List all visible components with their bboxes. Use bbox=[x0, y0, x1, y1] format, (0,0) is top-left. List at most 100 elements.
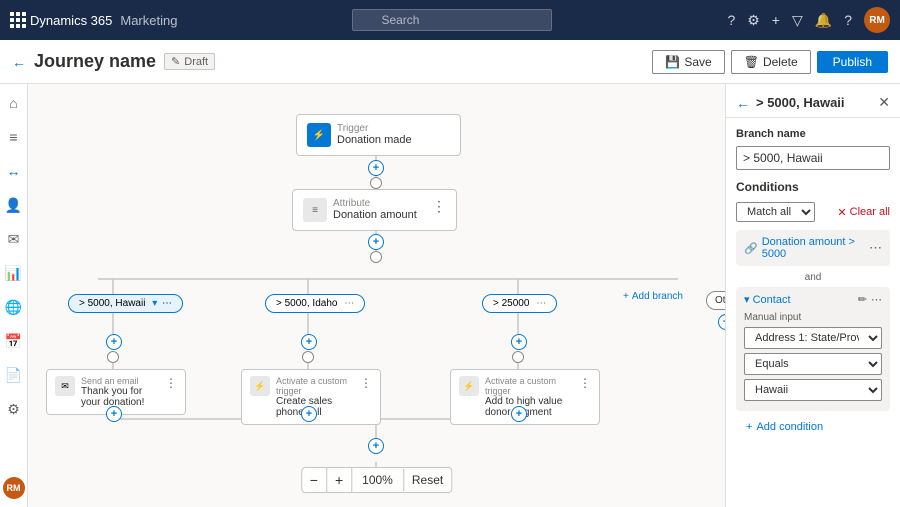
rp-branch-name-input[interactable] bbox=[736, 146, 890, 170]
rp-cond-1-more[interactable]: ⋯ bbox=[869, 240, 882, 256]
rp-and-text: and bbox=[736, 272, 890, 283]
plus-after-a2[interactable]: + bbox=[301, 406, 317, 422]
zoom-controls: − + 100% Reset bbox=[301, 467, 452, 493]
plus-after-trigger[interactable]: + bbox=[368, 160, 384, 176]
sidebar-docs-icon[interactable]: 📄 bbox=[3, 364, 25, 386]
sidebar-globe-icon[interactable]: 🌐 bbox=[3, 296, 25, 318]
toolbar-right: 💾 Save 🗑 Delete Publish bbox=[652, 50, 888, 74]
add-cond-plus-icon: + bbox=[746, 421, 752, 433]
back-button[interactable]: ← bbox=[12, 54, 26, 70]
rp-hawaii-select[interactable]: Hawaii bbox=[744, 379, 882, 401]
rp-cond-1-label: Donation amount > 5000 bbox=[762, 236, 869, 260]
plus-b1[interactable]: + bbox=[106, 334, 122, 350]
branch-hawaii[interactable]: > 5000, Hawaii ▾ ⋯ bbox=[68, 294, 183, 313]
delete-button[interactable]: 🗑 Delete bbox=[731, 50, 811, 74]
rp-clear-all-button[interactable]: ✕ Clear all bbox=[837, 206, 890, 219]
rp-branch-name-label: Branch name bbox=[736, 128, 890, 140]
trigger2-more-icon[interactable]: ⋮ bbox=[579, 376, 591, 390]
branch-25000[interactable]: > 25000 ⋯ bbox=[482, 294, 557, 313]
draft-badge: ✎ Draft bbox=[164, 53, 215, 70]
branch-hawaii-caret[interactable]: ▾ bbox=[152, 298, 157, 309]
attr-title: Donation amount bbox=[333, 209, 426, 221]
rp-select-row-2: Equals bbox=[744, 353, 882, 375]
add-branch-button[interactable]: + Add branch bbox=[623, 291, 683, 302]
avatar[interactable]: RM bbox=[864, 7, 890, 33]
other-branch[interactable]: Other bbox=[706, 291, 725, 310]
sidebar-calendar-icon[interactable]: 📅 bbox=[3, 330, 25, 352]
sidebar-settings2-icon[interactable]: ⚙ bbox=[3, 398, 25, 420]
app-module: Marketing bbox=[120, 13, 177, 28]
bell-icon[interactable]: 🔔 bbox=[815, 12, 832, 29]
attr-meta: Attribute Donation amount bbox=[333, 198, 426, 221]
rp-conditions-title: Conditions bbox=[736, 180, 890, 194]
plus-other[interactable]: + bbox=[718, 314, 725, 330]
clear-icon: ✕ bbox=[837, 206, 846, 219]
save-button[interactable]: 💾 Save bbox=[652, 50, 724, 74]
app-name: Dynamics 365 bbox=[30, 13, 112, 28]
branch-idaho-more[interactable]: ⋯ bbox=[344, 298, 354, 309]
plus-icon[interactable]: + bbox=[772, 12, 780, 28]
plus-b2[interactable]: + bbox=[301, 334, 317, 350]
trigger-node[interactable]: ⚡ Trigger Donation made bbox=[296, 114, 461, 156]
link-icon: 🔗 bbox=[744, 242, 758, 255]
sidebar-home-icon[interactable]: ⌂ bbox=[3, 92, 25, 114]
journey-canvas: ⚡ Trigger Donation made + ≡ Attribute Do… bbox=[28, 84, 725, 507]
circle-b1 bbox=[107, 351, 119, 363]
rp-condition-1: 🔗 Donation amount > 5000 ⋯ bbox=[736, 230, 890, 266]
sidebar-avatar[interactable]: RM bbox=[3, 477, 25, 499]
rp-cond-1-link[interactable]: 🔗 Donation amount > 5000 bbox=[744, 236, 869, 260]
settings-icon[interactable]: ⚙ bbox=[747, 12, 760, 29]
sidebar-nav-icon[interactable]: ≡ bbox=[3, 126, 25, 148]
rp-sub-edit-icon[interactable]: ✏ bbox=[858, 293, 867, 306]
circle-2 bbox=[370, 251, 382, 263]
filter-icon[interactable]: ▽ bbox=[792, 12, 803, 29]
attr-label: Attribute bbox=[333, 198, 426, 209]
trigger1-label: Activate a custom trigger bbox=[276, 376, 354, 396]
rp-match-select[interactable]: Match all bbox=[736, 202, 815, 222]
help-icon[interactable]: ? bbox=[727, 12, 735, 28]
publish-button[interactable]: Publish bbox=[817, 51, 888, 73]
plus-after-a3[interactable]: + bbox=[511, 406, 527, 422]
page-toolbar: ← Journey name ✎ Draft 💾 Save 🗑 Delete P… bbox=[0, 40, 900, 84]
branch-hawaii-label: > 5000, Hawaii bbox=[79, 298, 145, 309]
rp-equals-select[interactable]: Equals bbox=[744, 353, 882, 375]
trigger1-icon: ⚡ bbox=[250, 376, 270, 396]
zoom-reset-button[interactable]: Reset bbox=[404, 469, 451, 491]
rp-conditions-section: Conditions Match all ✕ Clear all 🔗 Donat… bbox=[726, 180, 900, 451]
plus-before-exit[interactable]: + bbox=[368, 438, 384, 454]
rp-header: ← > 5000, Hawaii ✕ bbox=[726, 84, 900, 118]
rp-branch-name-section: Branch name bbox=[726, 118, 900, 180]
sidebar-chart-icon[interactable]: 📊 bbox=[3, 262, 25, 284]
email-action-title: Thank you for your donation! bbox=[81, 386, 159, 408]
attribute-node[interactable]: ≡ Attribute Donation amount ⋮ bbox=[292, 189, 457, 231]
rp-address-select[interactable]: Address 1: State/Province bbox=[744, 327, 882, 349]
plus-after-attribute[interactable]: + bbox=[368, 234, 384, 250]
sidebar-people-icon[interactable]: 👤 bbox=[3, 194, 25, 216]
trigger-header: ⚡ Trigger Donation made bbox=[307, 123, 450, 147]
trigger1-more-icon[interactable]: ⋮ bbox=[360, 376, 372, 390]
rp-close-button[interactable]: ✕ bbox=[878, 94, 890, 111]
search-input[interactable] bbox=[352, 9, 552, 31]
plus-b3[interactable]: + bbox=[511, 334, 527, 350]
user-icon[interactable]: ? bbox=[844, 12, 852, 28]
rp-title: > 5000, Hawaii bbox=[756, 95, 872, 110]
zoom-level: 100% bbox=[352, 469, 404, 491]
zoom-out-button[interactable]: − bbox=[302, 468, 327, 492]
plus-after-a1[interactable]: + bbox=[106, 406, 122, 422]
sidebar-journey-icon[interactable]: ↔ bbox=[3, 160, 25, 182]
trigger-icon: ⚡ bbox=[307, 123, 331, 147]
attr-more-icon[interactable]: ⋮ bbox=[432, 198, 446, 215]
email-more-icon[interactable]: ⋮ bbox=[165, 376, 177, 390]
branch-idaho[interactable]: > 5000, Idaho ⋯ bbox=[265, 294, 365, 313]
rp-sub-more-icon[interactable]: ⋯ bbox=[871, 293, 882, 306]
sidebar-email-icon[interactable]: ✉ bbox=[3, 228, 25, 250]
rp-add-condition-button[interactable]: + Add condition bbox=[736, 417, 890, 443]
nav-actions: ? ⚙ + ▽ 🔔 ? RM bbox=[727, 7, 890, 33]
zoom-in-button[interactable]: + bbox=[327, 468, 352, 492]
trigger-label: Trigger bbox=[337, 123, 450, 134]
rp-back-button[interactable]: ← bbox=[736, 95, 750, 111]
branch-25000-more[interactable]: ⋯ bbox=[536, 298, 546, 309]
branch-idaho-label: > 5000, Idaho bbox=[276, 298, 337, 309]
rp-contact-label[interactable]: ▾ Contact bbox=[744, 293, 791, 306]
branch-hawaii-more[interactable]: ⋯ bbox=[162, 298, 172, 309]
